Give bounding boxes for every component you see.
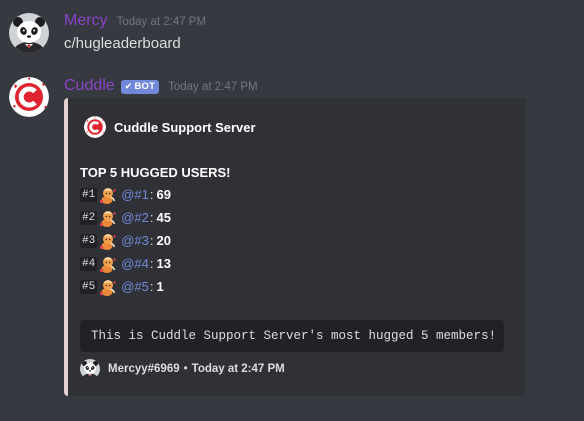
bot-tag: ✔ BOT bbox=[120, 79, 160, 94]
hug-emoji-icon bbox=[99, 186, 117, 204]
embed-author: Cuddle Support Server bbox=[84, 116, 256, 138]
author-name[interactable]: Mercy bbox=[64, 12, 108, 30]
rank-code: #1 bbox=[80, 187, 98, 202]
hug-count: 13 bbox=[156, 256, 171, 271]
message-header: Cuddle ✔ BOT Today at 2:47 PM bbox=[64, 77, 258, 95]
cuddle-logo-icon bbox=[84, 116, 106, 138]
separator-colon: : bbox=[149, 210, 154, 225]
leaderboard-row: #3 @#3 : 20 bbox=[80, 229, 171, 252]
embed-author-name: Cuddle Support Server bbox=[114, 119, 256, 135]
author-name[interactable]: Cuddle bbox=[64, 77, 115, 95]
leaderboard-row: #5 @#5 : 1 bbox=[80, 275, 171, 298]
separator-colon: : bbox=[149, 233, 154, 248]
separator-colon: : bbox=[149, 279, 154, 294]
user-mention[interactable]: @#4 bbox=[121, 256, 149, 271]
embed-title: TOP 5 HUGGED USERS! bbox=[80, 165, 231, 180]
hug-count: 20 bbox=[156, 233, 171, 248]
message-mercy: Mercy Today at 2:47 PM c/hugleaderboard bbox=[0, 0, 584, 70]
rank-code: #4 bbox=[80, 256, 98, 271]
leaderboard-row: #1 @#1 : 69 bbox=[80, 183, 171, 206]
embed-footer: Mercyy#6969 • Today at 2:47 PM bbox=[80, 359, 285, 379]
separator-colon: : bbox=[149, 187, 154, 202]
leaderboard-row: #2 @#2 : 45 bbox=[80, 206, 171, 229]
hug-emoji-icon bbox=[99, 255, 117, 273]
rank-code: #2 bbox=[80, 210, 98, 225]
rank-code: #5 bbox=[80, 279, 98, 294]
leaderboard-row: #4 @#4 : 13 bbox=[80, 252, 171, 275]
separator-colon: : bbox=[149, 256, 154, 271]
bot-tag-label: BOT bbox=[134, 81, 156, 92]
leaderboard-embed: Cuddle Support Server TOP 5 HUGGED USERS… bbox=[64, 98, 526, 396]
hug-count: 69 bbox=[156, 187, 171, 202]
message-timestamp: Today at 2:47 PM bbox=[168, 81, 258, 93]
hug-emoji-icon bbox=[99, 278, 117, 296]
hug-emoji-icon bbox=[99, 232, 117, 250]
hug-emoji-icon bbox=[99, 209, 117, 227]
hug-count: 1 bbox=[156, 279, 164, 294]
user-mention[interactable]: @#2 bbox=[121, 210, 149, 225]
user-mention[interactable]: @#3 bbox=[121, 233, 149, 248]
message-content: c/hugleaderboard bbox=[64, 35, 181, 52]
footer-separator: • bbox=[183, 363, 188, 375]
cuddle-logo-avatar-icon[interactable] bbox=[9, 77, 49, 117]
rank-code: #3 bbox=[80, 233, 98, 248]
verified-check-icon: ✔ bbox=[124, 81, 133, 91]
user-mention[interactable]: @#1 bbox=[121, 187, 149, 202]
user-mention[interactable]: @#5 bbox=[121, 279, 149, 294]
panda-avatar-icon[interactable] bbox=[9, 13, 49, 53]
message-header: Mercy Today at 2:47 PM bbox=[64, 12, 206, 30]
footer-timestamp: Today at 2:47 PM bbox=[191, 363, 285, 375]
panda-footer-icon bbox=[80, 359, 100, 379]
embed-code-description: This is Cuddle Support Server's most hug… bbox=[80, 320, 505, 352]
footer-author: Mercyy#6969 bbox=[108, 363, 180, 375]
hug-count: 45 bbox=[156, 210, 171, 225]
message-timestamp: Today at 2:47 PM bbox=[116, 16, 207, 28]
leaderboard-list: #1 @#1 : 69 #2 @#2 : 45 #3 @#3 : 20 #4 @… bbox=[80, 183, 171, 298]
